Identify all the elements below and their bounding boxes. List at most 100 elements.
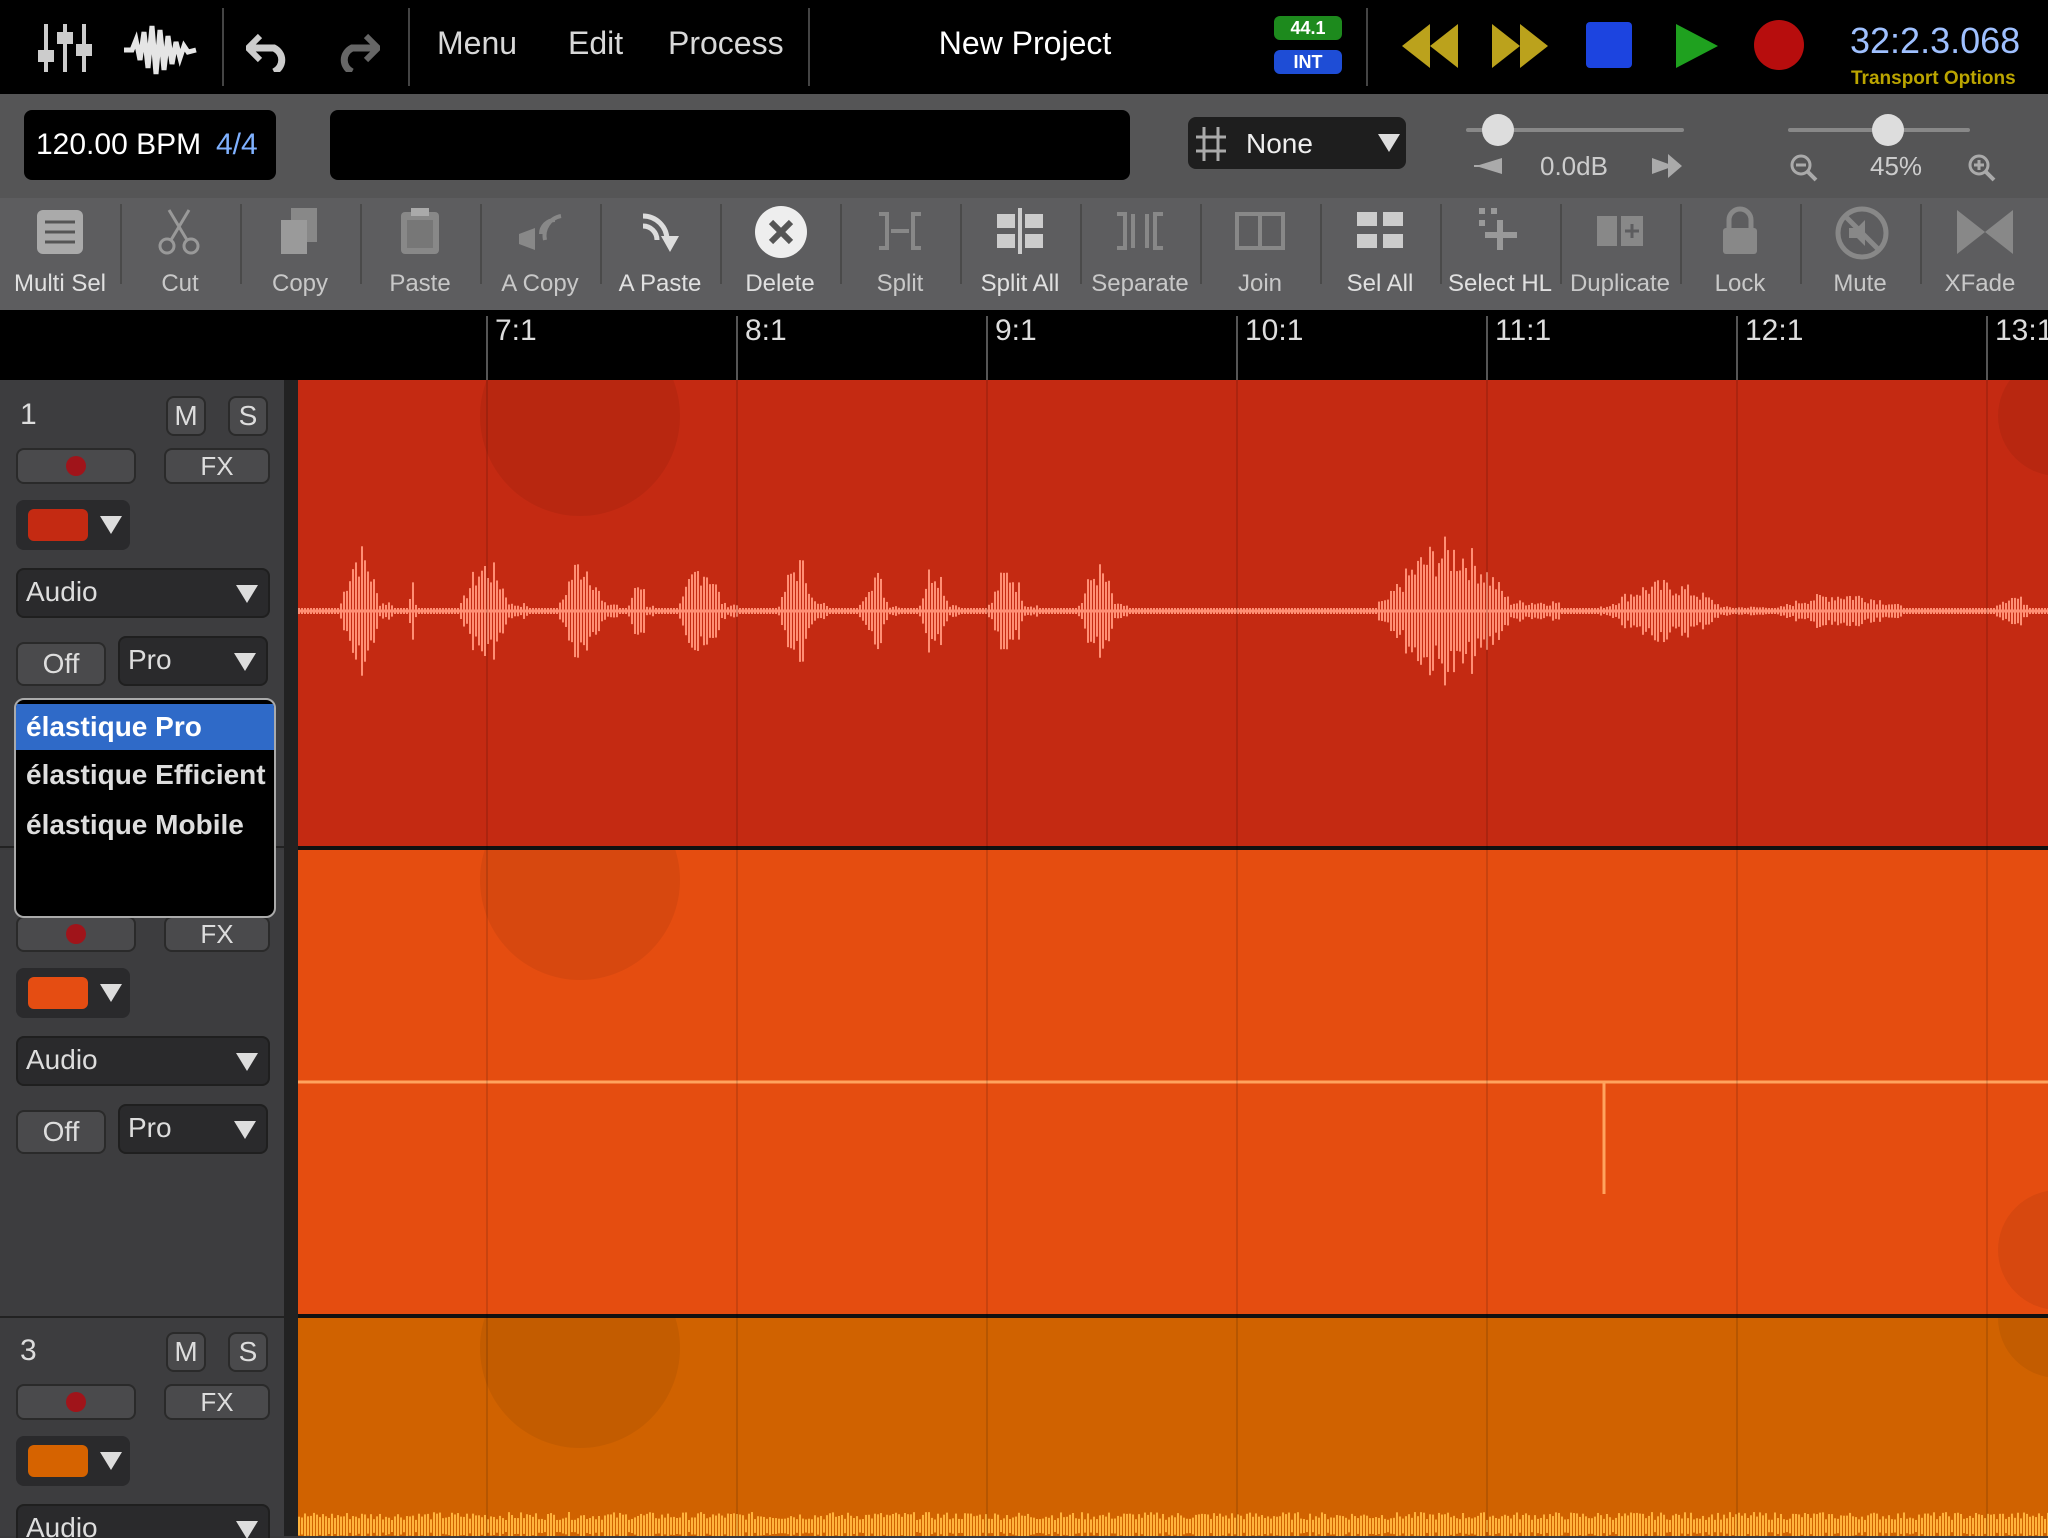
zoom-in-icon[interactable]: [1968, 154, 1996, 182]
stretch-mode-dropdown[interactable]: Pro: [118, 636, 268, 686]
track-color-picker[interactable]: [16, 968, 130, 1018]
tool-label: Select HL: [1447, 270, 1553, 297]
track-type-dropdown[interactable]: Audio: [16, 568, 270, 618]
time-stretch-toggle[interactable]: Off: [16, 1110, 106, 1154]
tool-label: Paste: [389, 270, 451, 297]
tool-label: A Paste: [618, 270, 702, 297]
zoom-out-icon[interactable]: [1790, 154, 1818, 182]
cut-button[interactable]: Cut: [120, 198, 240, 310]
record-arm-button[interactable]: [16, 1384, 136, 1420]
track-color-picker[interactable]: [16, 500, 130, 550]
volume-up-icon: [1650, 152, 1684, 180]
track-type-dropdown[interactable]: Audio: [16, 1036, 270, 1086]
copy-button[interactable]: Copy: [240, 198, 360, 310]
split-icon: [875, 206, 925, 256]
record-icon[interactable]: [1754, 20, 1804, 70]
sample-rate-badge[interactable]: 44.1: [1274, 16, 1342, 40]
solo-track-button[interactable]: S: [228, 396, 268, 436]
crossfade-button[interactable]: XFade: [1920, 198, 2040, 310]
bar-gridline: [1486, 380, 1488, 1536]
tool-label: Duplicate: [1569, 270, 1671, 297]
mute-track-button[interactable]: M: [166, 1332, 206, 1372]
fx-button[interactable]: FX: [164, 1384, 270, 1420]
popup-option-elastique-efficient[interactable]: élastique Efficient: [16, 752, 274, 798]
time-stretch-toggle[interactable]: Off: [16, 642, 106, 686]
popup-option-elastique-pro[interactable]: élastique Pro: [16, 704, 274, 750]
volume-slider-knob[interactable]: [1482, 114, 1514, 146]
split-all-button[interactable]: Split All: [960, 198, 1080, 310]
ruler-tick: [1486, 316, 1488, 380]
solo-track-button[interactable]: S: [228, 1332, 268, 1372]
multi-select-button[interactable]: Multi Sel: [0, 198, 120, 310]
edit-menu-button[interactable]: Edit: [568, 25, 623, 62]
project-title: New Project: [938, 25, 1112, 61]
join-icon: [1235, 206, 1285, 256]
ruler-tick: [1736, 316, 1738, 380]
process-menu-button[interactable]: Process: [668, 25, 784, 62]
ruler-bar-label: 13:1: [1995, 314, 2048, 347]
lock-button[interactable]: Lock: [1680, 198, 1800, 310]
undo-icon[interactable]: [243, 28, 294, 76]
join-button[interactable]: Join: [1200, 198, 1320, 310]
mute-track-button[interactable]: M: [166, 396, 206, 436]
grid-icon: [1192, 121, 1232, 165]
transport-options-button[interactable]: Transport Options: [1851, 68, 2016, 90]
mute-button[interactable]: Mute: [1800, 198, 1920, 310]
zoom-slider-knob[interactable]: [1872, 114, 1904, 146]
tool-label: XFade: [1944, 270, 2016, 297]
separate-button[interactable]: Separate: [1080, 198, 1200, 310]
clock-source-badge[interactable]: INT: [1274, 50, 1342, 74]
menu-button[interactable]: Menu: [437, 25, 517, 62]
time-signature[interactable]: 4/4: [216, 128, 258, 162]
duplicate-button[interactable]: Duplicate: [1560, 198, 1680, 310]
automation-paste-button[interactable]: A Paste: [600, 198, 720, 310]
audio-region-track-1[interactable]: [298, 380, 2048, 846]
stop-icon[interactable]: [1586, 22, 1632, 68]
record-arm-button[interactable]: [16, 916, 136, 952]
stretch-mode-dropdown[interactable]: Pro: [118, 1104, 268, 1154]
track-type-dropdown[interactable]: Audio: [16, 1504, 270, 1538]
tool-label: Split All: [980, 270, 1060, 297]
play-icon[interactable]: [1672, 22, 1720, 70]
tempo-value: 120.00 BPM: [36, 128, 202, 161]
record-arm-button[interactable]: [16, 448, 136, 484]
ruler-tick: [486, 316, 488, 380]
tool-label: Lock: [1714, 270, 1766, 297]
ruler-tick: [736, 316, 738, 380]
bar-gridline: [1736, 380, 1738, 1536]
ruler-bar-label: 11:1: [1495, 314, 1552, 347]
tool-label: Sel All: [1346, 270, 1414, 297]
rewind-icon[interactable]: [1400, 22, 1460, 70]
record-arm-icon: [66, 1392, 86, 1412]
fx-button[interactable]: FX: [164, 448, 270, 484]
delete-button[interactable]: Delete: [720, 198, 840, 310]
ruler-tick: [1236, 316, 1238, 380]
ruler-tick: [1986, 316, 1988, 380]
tool-label: Mute: [1833, 270, 1887, 297]
audio-region-track-2[interactable]: [298, 850, 2048, 1314]
region-name-field[interactable]: [330, 110, 1130, 180]
tool-label: Cut: [161, 270, 199, 297]
select-all-button[interactable]: Sel All: [1320, 198, 1440, 310]
mixer-sliders-icon[interactable]: [38, 22, 92, 74]
delete-icon: [755, 206, 807, 258]
select-hl-button[interactable]: Select HL: [1440, 198, 1560, 310]
fast-forward-icon[interactable]: [1490, 22, 1550, 70]
track-color-picker[interactable]: [16, 1436, 130, 1486]
popup-option-elastique-mobile[interactable]: élastique Mobile: [16, 802, 274, 848]
waveform-icon[interactable]: [122, 22, 198, 78]
paste-button[interactable]: Paste: [360, 198, 480, 310]
redo-icon[interactable]: [332, 28, 383, 76]
split-button[interactable]: Split: [840, 198, 960, 310]
track-number: 1: [20, 398, 37, 431]
chevron-down-icon: [234, 1121, 256, 1139]
bar-gridline: [986, 380, 988, 1536]
audio-region-track-3[interactable]: [298, 1318, 2048, 1536]
bar-gridline: [736, 380, 738, 1536]
fx-button[interactable]: FX: [164, 916, 270, 952]
automation-copy-button[interactable]: A Copy: [480, 198, 600, 310]
ruler-bar-label: 7:1: [495, 314, 537, 347]
track-type-value: Audio: [26, 1044, 98, 1075]
automation-copy-icon: [515, 206, 565, 256]
toolbar-divider: [1366, 8, 1368, 86]
